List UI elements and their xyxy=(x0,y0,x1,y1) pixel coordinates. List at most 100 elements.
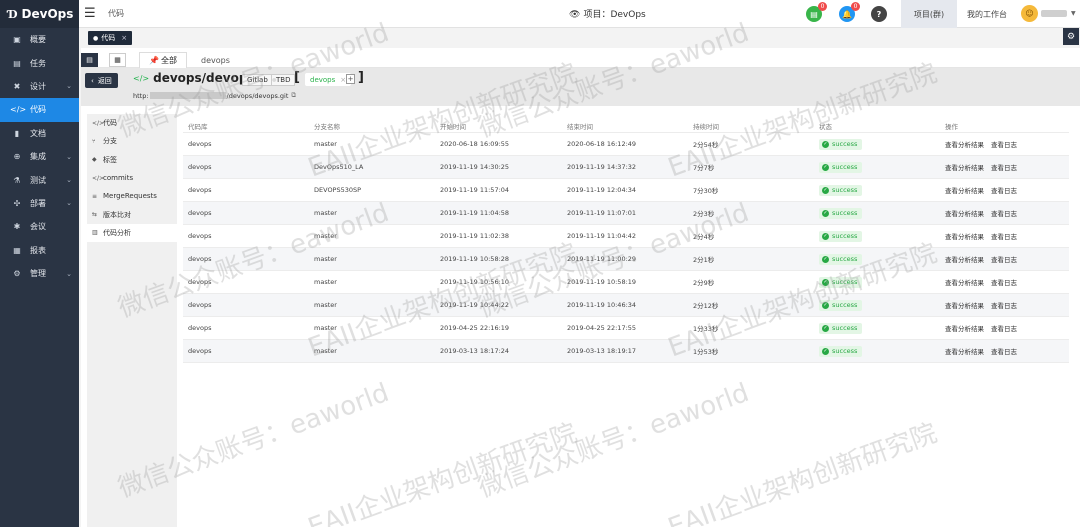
tab-all[interactable]: 📌 全部 xyxy=(139,52,187,68)
bell-notification-icon[interactable]: 🔔 0 xyxy=(839,2,860,22)
add-branch-button[interactable]: + xyxy=(346,74,355,84)
project-title[interactable]: 👁 项目：DevOps xyxy=(569,7,646,20)
column-header: 持续时间 xyxy=(693,122,719,131)
nav-icon: ⚗ xyxy=(13,175,21,185)
branch-tag[interactable]: devops × xyxy=(305,73,352,86)
table-row: devops master 2019-04-25 22:16:19 2019-04-2… xyxy=(183,317,1069,340)
brand[interactable]: Ɗ DevOps xyxy=(0,0,79,28)
sidebar-item[interactable]: ✣ 部署 ⌄ xyxy=(0,192,79,215)
avatar: ☺ xyxy=(1021,5,1038,22)
view-log-link[interactable]: 查看日志 xyxy=(991,254,1017,264)
open-tab-code[interactable]: ● 代码 × xyxy=(88,31,133,45)
view-analysis-link[interactable]: 查看分析结果 xyxy=(945,254,984,264)
check-icon: ✓ xyxy=(822,232,829,240)
workbench-link[interactable]: 我的工作台 xyxy=(967,0,1007,28)
back-button[interactable]: ‹ 返回 xyxy=(85,73,118,88)
cell-repo: devops xyxy=(188,255,212,263)
sidebar-item[interactable]: ▤ 任务 xyxy=(0,51,79,74)
view-analysis-link[interactable]: 查看分析结果 xyxy=(945,323,984,333)
sidebar-item[interactable]: ▦ 报表 xyxy=(0,239,79,262)
view-log-link[interactable]: 查看日志 xyxy=(991,277,1017,287)
list-view-icon[interactable]: ▤ xyxy=(81,53,98,67)
sidebar-item-label: 任务 xyxy=(30,58,46,68)
sidebar-item[interactable]: ▣ 概要 xyxy=(0,28,79,51)
status-badge: ✓ success xyxy=(819,322,863,334)
view-analysis-link[interactable]: 查看分析结果 xyxy=(945,208,984,218)
view-log-link[interactable]: 查看日志 xyxy=(991,323,1017,333)
check-icon: ✓ xyxy=(822,163,829,171)
view-analysis-link[interactable]: 查看分析结果 xyxy=(945,185,984,195)
status-badge: ✓ success xyxy=(819,161,863,173)
submenu-item[interactable]: </> commits xyxy=(87,169,177,187)
sidebar-item[interactable]: ▮ 文档 xyxy=(0,122,79,145)
view-analysis-link[interactable]: 查看分析结果 xyxy=(945,300,984,310)
submenu-item[interactable]: ⑂ 分支 xyxy=(87,132,177,150)
table-row: devops DEVOPS530SP 2019-11-19 11:57:04 2019… xyxy=(183,179,1069,202)
submenu-item[interactable]: ◆ 标签 xyxy=(87,151,177,169)
cell-end: 2019-11-19 14:37:32 xyxy=(567,163,637,171)
check-icon: ✓ xyxy=(822,186,829,194)
view-analysis-link[interactable]: 查看分析结果 xyxy=(945,346,984,356)
view-analysis-link[interactable]: 查看分析结果 xyxy=(945,139,984,149)
submenu-item[interactable]: ≡ MergeRequests xyxy=(87,187,177,205)
view-log-link[interactable]: 查看日志 xyxy=(991,139,1017,149)
table-row: devops master 2019-11-19 11:02:38 2019-11-1… xyxy=(183,225,1069,248)
breadcrumb: 代码 xyxy=(108,9,124,18)
git-url-suffix: /devops/devops.git xyxy=(226,91,289,100)
view-log-link[interactable]: 查看日志 xyxy=(991,231,1017,241)
project-switch-button[interactable]: 项目(群) xyxy=(901,0,957,28)
sidebar-item-label: 会议 xyxy=(30,222,46,232)
view-analysis-link[interactable]: 查看分析结果 xyxy=(945,277,984,287)
settings-gear-icon[interactable]: ⚙ xyxy=(1063,28,1079,45)
cell-branch: master xyxy=(314,347,337,355)
sidebar-item[interactable]: ⚙ 管理 ⌄ xyxy=(0,262,79,285)
back-label: 返回 xyxy=(97,76,112,85)
submenu-item[interactable]: ▥ 代码分析 xyxy=(87,223,177,243)
sidebar-item-label: 测试 xyxy=(30,175,46,185)
chevron-down-icon: ⌄ xyxy=(66,199,72,208)
table-row: devops master 2019-11-19 11:04:58 2019-11-1… xyxy=(183,202,1069,225)
repo-name: devops/devops xyxy=(153,71,255,85)
submenu-icon: ◆ xyxy=(92,156,97,164)
cell-repo: devops xyxy=(188,232,212,240)
submenu-item-label: commits xyxy=(103,174,134,183)
view-log-link[interactable]: 查看日志 xyxy=(991,346,1017,356)
view-log-link[interactable]: 查看日志 xyxy=(991,208,1017,218)
view-analysis-link[interactable]: 查看分析结果 xyxy=(945,162,984,172)
close-icon[interactable]: × xyxy=(121,34,127,42)
cell-duration: 1分53秒 xyxy=(693,348,719,356)
sidebar-item-label: 部署 xyxy=(30,198,46,208)
sidebar-item[interactable]: ✱ 会议 xyxy=(0,215,79,238)
copy-icon[interactable]: ⧉ xyxy=(291,91,296,100)
sidebar-item[interactable]: </> 代码 xyxy=(0,98,79,122)
help-icon[interactable]: ? xyxy=(871,6,887,22)
git-url-prefix: http: xyxy=(133,91,149,100)
sidebar-item[interactable]: ⚗ 测试 ⌄ xyxy=(0,168,79,191)
tab-repo[interactable]: devops xyxy=(201,52,230,68)
repo-header: ‹ 返回 </> devops/devops Gitlab TBD [ devops… xyxy=(81,68,1080,106)
chevron-down-icon: ⌄ xyxy=(66,82,72,91)
view-analysis-link[interactable]: 查看分析结果 xyxy=(945,231,984,241)
view-log-link[interactable]: 查看日志 xyxy=(991,185,1017,195)
user-menu[interactable]: ☺ ▼ xyxy=(1021,5,1076,22)
open-tabs-bar: ● 代码 × xyxy=(79,28,1080,46)
view-log-link[interactable]: 查看日志 xyxy=(991,300,1017,310)
hamburger-menu-icon[interactable]: ☰ xyxy=(84,6,98,21)
check-icon: ✓ xyxy=(822,278,829,286)
column-header: 开始时间 xyxy=(440,122,466,131)
view-log-link[interactable]: 查看日志 xyxy=(991,162,1017,172)
pin-icon: 📌 xyxy=(149,56,159,65)
cell-actions: 查看分析结果 查看日志 xyxy=(940,277,1069,287)
sidebar-item[interactable]: ⊕ 集成 ⌄ xyxy=(0,145,79,168)
table-row: devops master 2019-11-19 10:58:28 2019-11-1… xyxy=(183,248,1069,271)
cell-start: 2019-11-19 11:04:58 xyxy=(440,209,510,217)
submenu-item[interactable]: </> 代码 xyxy=(87,114,177,132)
submenu-item[interactable]: ⇆ 版本比对 xyxy=(87,205,177,223)
sidebar-item[interactable]: ✖ 设计 ⌄ xyxy=(0,75,79,98)
nav-icon: ✱ xyxy=(13,222,21,232)
cell-branch: master xyxy=(314,232,337,240)
doc-notification-icon[interactable]: ▤ 0 xyxy=(806,2,827,22)
cell-branch: DevOps510_LA xyxy=(314,163,364,171)
cell-duration: 2分3秒 xyxy=(693,210,715,218)
grid-view-icon[interactable]: ▦ xyxy=(109,53,126,67)
